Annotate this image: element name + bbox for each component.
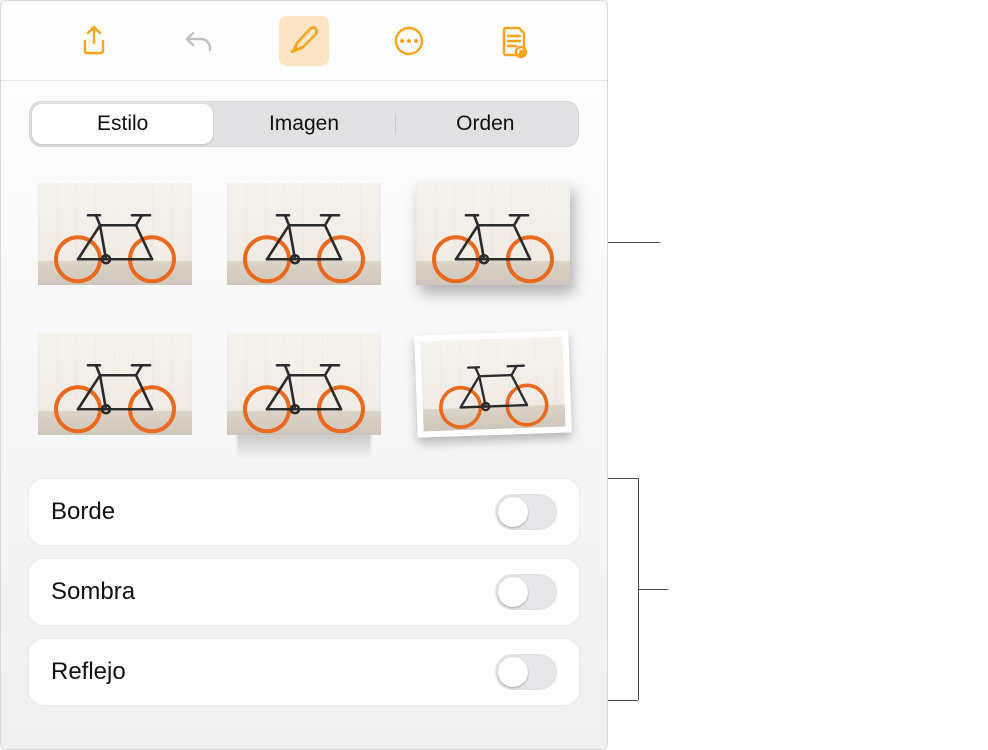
format-tabs: Estilo Imagen Orden [29,101,579,147]
style-preset-border[interactable] [227,183,381,285]
option-row-reflection: Reflejo [29,639,579,705]
callout-guides [608,0,988,750]
toggle-reflection[interactable] [495,654,557,690]
style-preset-polaroid[interactable] [415,330,572,437]
tab-label: Imagen [269,112,339,136]
share-button[interactable] [69,16,119,66]
tab-label: Orden [456,112,514,136]
format-content: Estilo Imagen Orden Borde So [1,81,607,749]
undo-button[interactable] [174,16,224,66]
format-brush-button[interactable] [279,16,329,66]
style-preset-thin-border[interactable] [38,333,192,435]
more-button[interactable] [384,16,434,66]
tab-style[interactable]: Estilo [32,104,213,144]
tab-order[interactable]: Orden [395,104,576,144]
option-label: Borde [51,498,115,526]
style-presets [29,183,579,445]
toggle-shadow[interactable] [495,574,557,610]
top-toolbar [1,1,607,81]
style-options: Borde Sombra Reflejo [29,479,579,705]
document-view-button[interactable] [489,16,539,66]
style-preset-reflection[interactable] [227,333,381,435]
tab-label: Estilo [97,112,148,136]
format-panel: Estilo Imagen Orden Borde So [0,0,608,750]
style-preset-plain[interactable] [38,183,192,285]
tab-image[interactable]: Imagen [213,104,394,144]
option-row-shadow: Sombra [29,559,579,625]
option-label: Sombra [51,578,135,606]
style-preset-shadow[interactable] [416,183,570,285]
toggle-border[interactable] [495,494,557,530]
option-label: Reflejo [51,658,126,686]
callout-line-presets [608,242,660,243]
option-row-border: Borde [29,479,579,545]
